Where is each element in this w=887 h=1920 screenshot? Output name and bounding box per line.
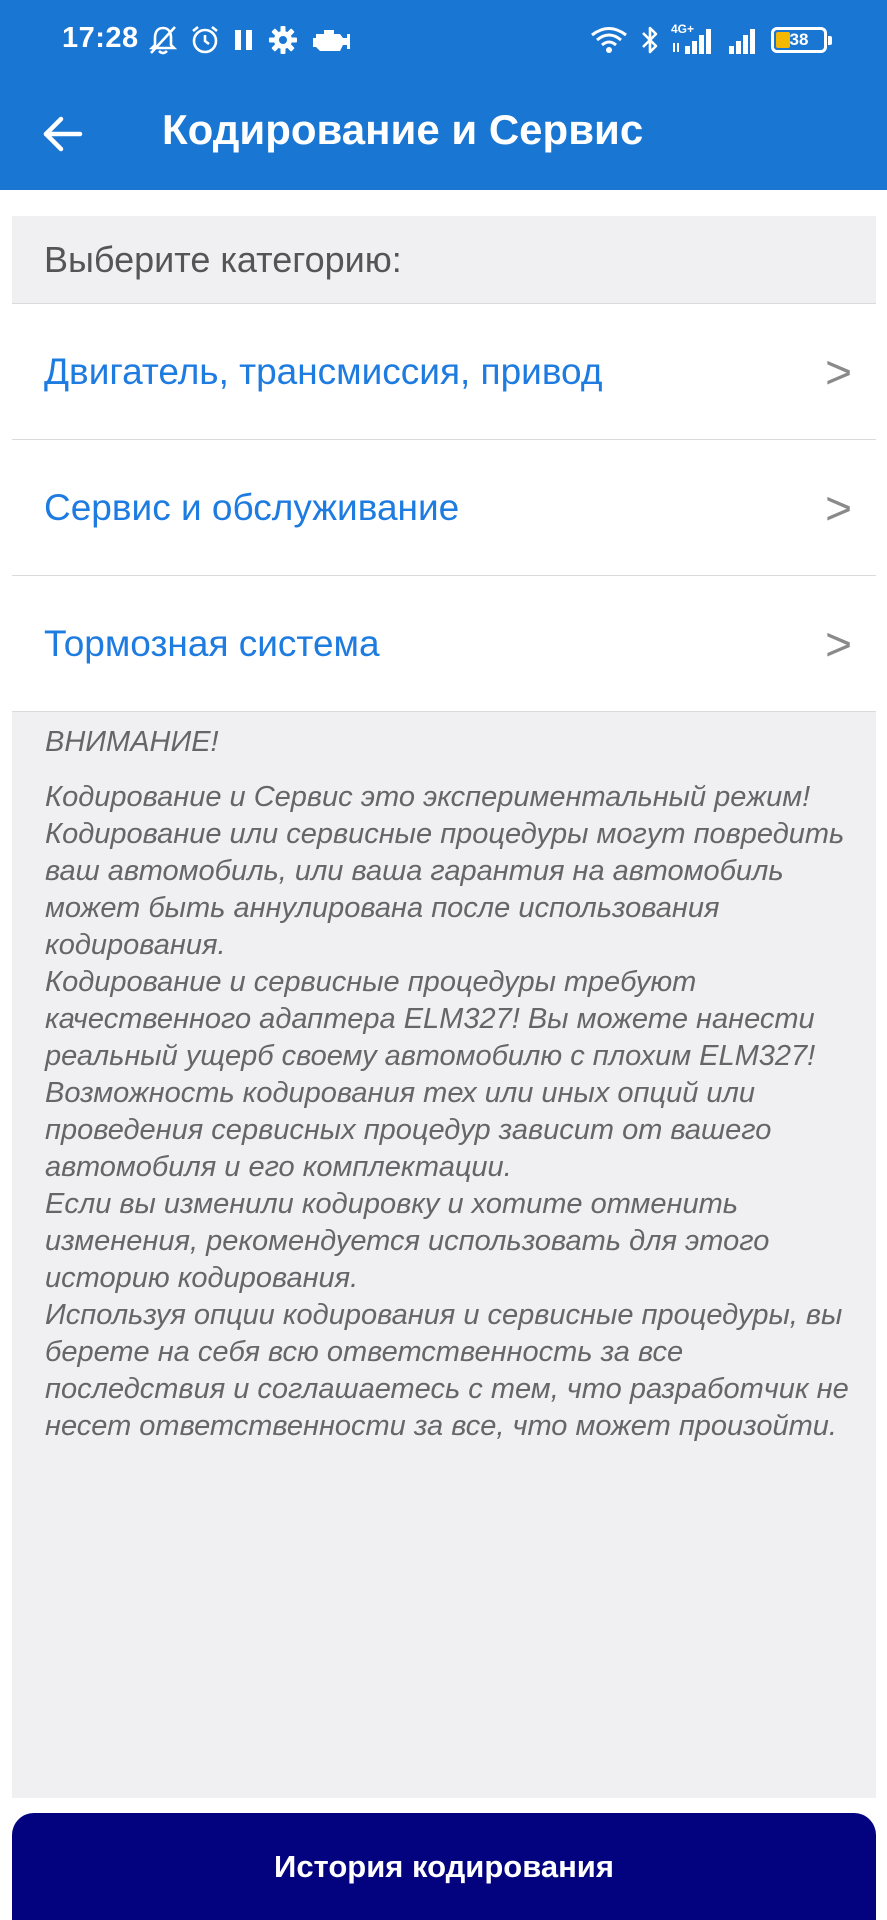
content-card: Выберите категорию: Двигатель, трансмисс…: [12, 216, 876, 1798]
check-engine-icon: [313, 30, 350, 51]
battery-level: 38: [789, 30, 809, 49]
wifi-icon: [591, 27, 627, 53]
bell-off-icon: [148, 26, 178, 55]
category-item-brakes[interactable]: Тормозная система >: [12, 576, 876, 712]
warning-block: ВНИМАНИЕ! Кодирование и Сервис это экспе…: [12, 712, 876, 1445]
page-title: Кодирование и Сервис: [162, 106, 644, 153]
battery-icon: 38: [771, 27, 832, 53]
chevron-right-icon: >: [825, 617, 852, 670]
coding-history-button[interactable]: История кодирования: [12, 1813, 876, 1920]
status-left-icons: [148, 22, 352, 58]
app-bar: Кодирование и Сервис: [0, 80, 887, 190]
mobile-signal-1: 4G+: [671, 22, 717, 56]
category-item-engine[interactable]: Двигатель, трансмиссия, привод >: [12, 304, 876, 440]
alarm-icon: [192, 25, 218, 54]
signal-icon: [673, 29, 711, 54]
chevron-right-icon: >: [825, 345, 852, 398]
category-item-label: Двигатель, трансмиссия, привод: [44, 350, 603, 392]
battery-fill: [776, 32, 790, 48]
arrow-left-icon: [43, 116, 83, 152]
warning-paragraph: Кодирование и сервисные процедуры требую…: [45, 966, 816, 1072]
status-time: 17:28: [62, 22, 139, 54]
app-header: 17:28 4G+ 38 Кодирование и Сервис: [0, 0, 887, 190]
category-item-label: Сервис и обслуживание: [44, 486, 460, 528]
gear-icon: [269, 26, 297, 54]
category-item-service[interactable]: Сервис и обслуживание >: [12, 440, 876, 576]
bluetooth-icon: [642, 26, 658, 54]
category-item-label: Тормозная система: [44, 622, 380, 664]
warning-paragraph: Используя опции кодирования и сервисные …: [45, 1299, 849, 1442]
warning-paragraph: Если вы изменили кодировку и хотите отме…: [45, 1188, 770, 1294]
back-button[interactable]: [30, 102, 94, 166]
status-bar: 17:28 4G+ 38: [0, 0, 887, 80]
warning-paragraph: Кодирование и Сервис это экспериментальн…: [45, 781, 845, 961]
pause-icon: [235, 30, 252, 50]
status-right-icons: 4G+ 38: [589, 22, 832, 58]
chevron-right-icon: >: [825, 481, 852, 534]
signal-icon: [729, 29, 755, 54]
warning-paragraph: Возможность кодирования тех или иных опц…: [45, 1077, 772, 1183]
category-prompt: Выберите категорию:: [12, 216, 876, 304]
warning-title: ВНИМАНИЕ!: [45, 726, 219, 758]
